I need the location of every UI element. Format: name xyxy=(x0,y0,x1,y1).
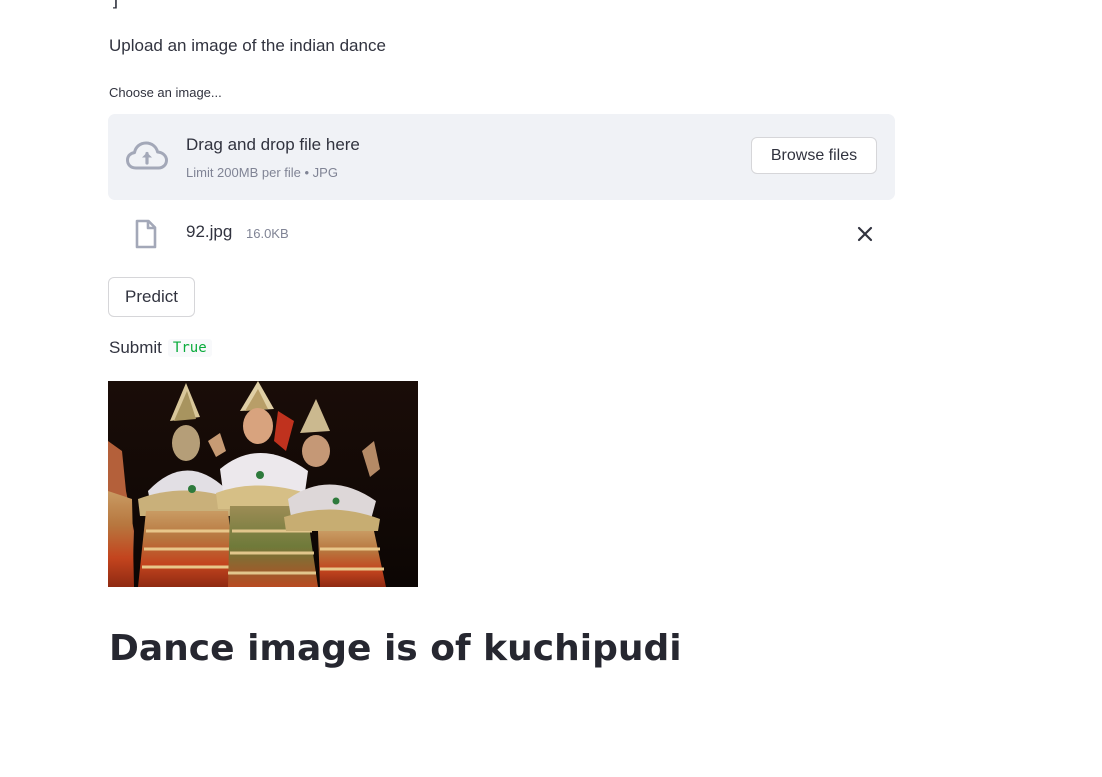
uploader-label: Choose an image... xyxy=(109,85,222,100)
prediction-result-heading: Dance image is of kuchipudi xyxy=(109,628,682,669)
dropzone-title: Drag and drop file here xyxy=(186,135,360,154)
submit-value-code: True xyxy=(167,339,212,357)
app-page: ] Upload an image of the indian dance Ch… xyxy=(0,0,1102,777)
dance-photo-illustration xyxy=(108,381,418,587)
file-dropzone[interactable]: Drag and drop file here Limit 200MB per … xyxy=(108,114,895,200)
dropzone-limit-text: Limit 200MB per file • JPG xyxy=(186,165,338,180)
close-icon xyxy=(857,226,873,242)
cloud-upload-icon xyxy=(126,141,168,170)
submit-label: Submit xyxy=(109,338,162,357)
uploaded-file-name: 92.jpg xyxy=(186,222,233,241)
uploaded-dance-image xyxy=(108,381,418,587)
intro-text: Upload an image of the indian dance xyxy=(109,36,386,55)
browse-files-button[interactable]: Browse files xyxy=(751,137,877,174)
uploaded-file-size: 16.0KB xyxy=(246,226,289,241)
submit-status-line: Submit True xyxy=(109,338,212,358)
file-icon xyxy=(135,219,157,249)
uploaded-file-row: 92.jpg 16.0KB xyxy=(108,212,895,256)
truncated-output-bracket: ] xyxy=(110,0,121,11)
remove-file-button[interactable] xyxy=(851,220,879,248)
predict-button[interactable]: Predict xyxy=(108,277,195,317)
